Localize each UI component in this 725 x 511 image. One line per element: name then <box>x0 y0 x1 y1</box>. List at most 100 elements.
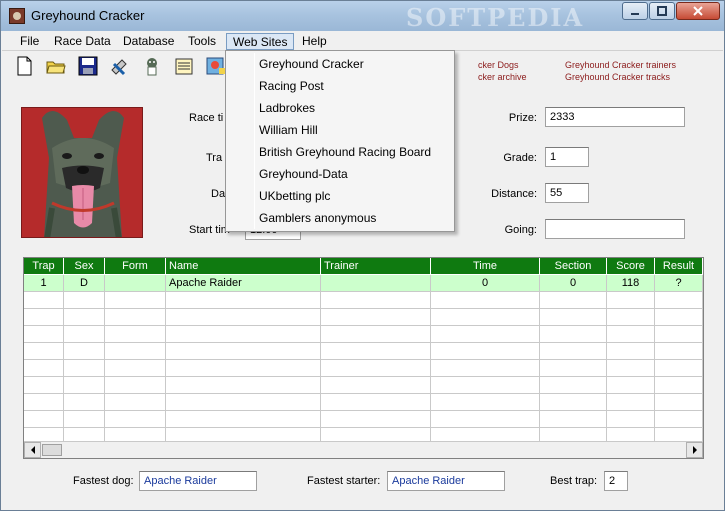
fastest-dog-field[interactable]: Apache Raider <box>139 471 257 491</box>
link-archive[interactable]: cker archive <box>478 71 527 83</box>
table-cell[interactable] <box>607 309 655 326</box>
menu-race-data[interactable]: Race Data <box>48 33 117 50</box>
link-trainers[interactable]: Greyhound Cracker trainers <box>565 59 676 71</box>
table-row[interactable] <box>24 292 703 309</box>
table-cell[interactable] <box>655 411 703 428</box>
menu-item-greyhound-data[interactable]: Greyhound-Data <box>228 164 452 185</box>
table-cell[interactable] <box>166 360 321 377</box>
table-cell[interactable] <box>540 411 607 428</box>
save-button[interactable] <box>75 53 101 79</box>
table-cell[interactable] <box>431 360 540 377</box>
table-cell[interactable] <box>607 343 655 360</box>
table-cell[interactable]: ? <box>655 275 703 292</box>
table-row[interactable] <box>24 360 703 377</box>
table-row[interactable]: 1 D Apache Raider 0 0 118? <box>24 275 703 292</box>
table-cell[interactable] <box>540 343 607 360</box>
app-icon[interactable] <box>9 8 25 24</box>
open-button[interactable] <box>43 53 69 79</box>
table-cell[interactable] <box>431 411 540 428</box>
table-cell[interactable] <box>321 360 431 377</box>
table-cell[interactable] <box>166 309 321 326</box>
column-header[interactable]: Sex <box>64 258 105 275</box>
table-cell[interactable] <box>321 292 431 309</box>
table-cell[interactable] <box>105 343 166 360</box>
scroll-right-button[interactable] <box>686 442 703 458</box>
table-cell[interactable] <box>655 360 703 377</box>
table-cell[interactable]: Apache Raider <box>166 275 321 292</box>
close-button[interactable] <box>676 2 720 20</box>
minimize-button[interactable] <box>622 2 648 20</box>
table-row[interactable] <box>24 343 703 360</box>
going-field[interactable] <box>545 219 685 239</box>
table-cell[interactable] <box>64 411 105 428</box>
table-cell[interactable] <box>166 377 321 394</box>
table-cell[interactable] <box>321 411 431 428</box>
link-dogs[interactable]: cker Dogs <box>478 59 527 71</box>
table-cell[interactable] <box>24 377 64 394</box>
table-cell[interactable] <box>105 309 166 326</box>
table-cell[interactable] <box>655 309 703 326</box>
table-cell[interactable] <box>24 411 64 428</box>
new-button[interactable] <box>11 53 37 79</box>
table-row[interactable] <box>24 309 703 326</box>
table-cell[interactable] <box>321 275 431 292</box>
table-cell[interactable] <box>540 309 607 326</box>
table-row[interactable] <box>24 326 703 343</box>
table-cell[interactable] <box>540 326 607 343</box>
distance-field[interactable]: 55 <box>545 183 589 203</box>
table-cell[interactable] <box>166 411 321 428</box>
table-cell[interactable] <box>105 411 166 428</box>
table-cell[interactable] <box>105 275 166 292</box>
table-cell[interactable] <box>321 343 431 360</box>
table-cell[interactable] <box>64 343 105 360</box>
column-header[interactable]: Section <box>540 258 607 275</box>
table-cell[interactable] <box>24 326 64 343</box>
table-cell[interactable] <box>64 377 105 394</box>
menu-web-sites[interactable]: Web Sites <box>226 33 295 50</box>
table-cell[interactable] <box>607 411 655 428</box>
prize-field[interactable]: 2333 <box>545 107 685 127</box>
best-trap-field[interactable]: 2 <box>604 471 628 491</box>
menu-item-greyhound-cracker[interactable]: Greyhound Cracker <box>228 54 452 75</box>
menu-item-ukbetting[interactable]: UKbetting plc <box>228 186 452 207</box>
notes-button[interactable] <box>171 53 197 79</box>
table-cell[interactable]: 118 <box>607 275 655 292</box>
column-header[interactable]: Score <box>607 258 655 275</box>
table-cell[interactable] <box>64 394 105 411</box>
table-cell[interactable]: D <box>64 275 105 292</box>
menu-item-bgrb[interactable]: British Greyhound Racing Board <box>228 142 452 163</box>
dog-button[interactable] <box>139 53 165 79</box>
table-cell[interactable] <box>655 394 703 411</box>
table-row[interactable] <box>24 394 703 411</box>
table-cell[interactable]: 1 <box>24 275 64 292</box>
table-cell[interactable] <box>540 394 607 411</box>
table-cell[interactable] <box>166 343 321 360</box>
table-cell[interactable] <box>540 360 607 377</box>
menu-file[interactable]: File <box>14 33 45 50</box>
table-cell[interactable] <box>105 377 166 394</box>
table-cell[interactable] <box>24 309 64 326</box>
column-header[interactable]: Trap <box>24 258 64 275</box>
tools-button[interactable] <box>107 53 133 79</box>
table-cell[interactable] <box>64 326 105 343</box>
table-cell[interactable] <box>321 377 431 394</box>
column-header[interactable]: Time <box>431 258 540 275</box>
table-cell[interactable] <box>64 292 105 309</box>
menu-item-racing-post[interactable]: Racing Post <box>228 76 452 97</box>
grade-field[interactable]: 1 <box>545 147 589 167</box>
link-tracks[interactable]: Greyhound Cracker tracks <box>565 71 676 83</box>
table-cell[interactable] <box>607 377 655 394</box>
table-cell[interactable] <box>105 292 166 309</box>
table-cell[interactable] <box>431 309 540 326</box>
table-cell[interactable]: 0 <box>431 275 540 292</box>
table-cell[interactable] <box>607 292 655 309</box>
table-cell[interactable] <box>64 360 105 377</box>
menu-item-ladbrokes[interactable]: Ladbrokes <box>228 98 452 119</box>
table-cell[interactable] <box>166 292 321 309</box>
table-cell[interactable] <box>166 394 321 411</box>
table-cell[interactable] <box>105 360 166 377</box>
table-cell[interactable] <box>431 292 540 309</box>
scroll-thumb[interactable] <box>42 444 62 456</box>
table-cell[interactable] <box>655 343 703 360</box>
table-cell[interactable] <box>105 394 166 411</box>
